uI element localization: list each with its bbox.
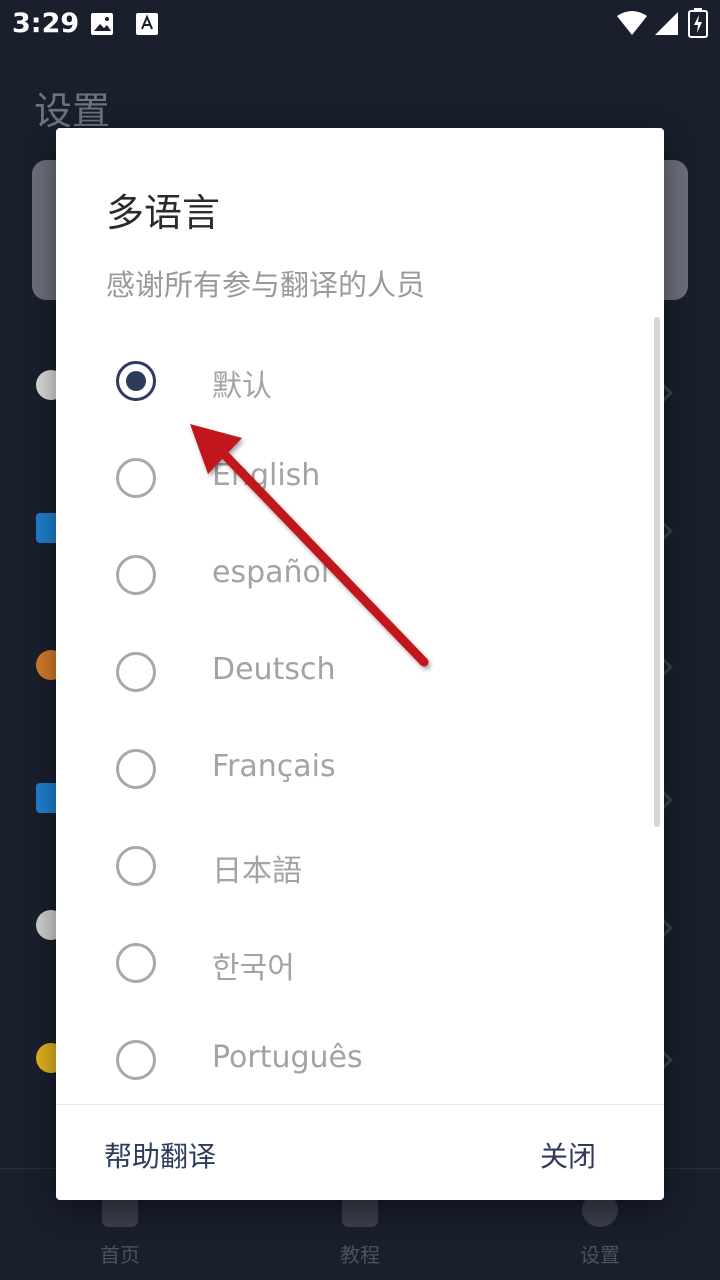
language-option-korean[interactable]: 한국어 <box>56 914 656 1011</box>
option-label: Français <box>212 749 336 784</box>
language-option-english[interactable]: English <box>56 429 656 526</box>
radio-button[interactable] <box>116 361 156 401</box>
radio-button[interactable] <box>116 458 156 498</box>
language-options-list[interactable]: 默认 English español Deutsch Français 日本語 … <box>56 332 664 1104</box>
help-translate-button[interactable]: 帮助翻译 <box>104 1135 216 1175</box>
language-dialog: 多语言 感谢所有参与翻译的人员 默认 English español Deuts… <box>56 128 664 1200</box>
option-label: 日本語 <box>212 854 302 889</box>
radio-button[interactable] <box>116 943 156 983</box>
option-label: Português <box>212 1040 363 1075</box>
option-label: 默认 <box>212 369 272 404</box>
radio-button[interactable] <box>116 749 156 789</box>
radio-button[interactable] <box>116 1040 156 1080</box>
language-option-spanish[interactable]: español <box>56 526 656 623</box>
radio-button[interactable] <box>116 846 156 886</box>
language-option-japanese[interactable]: 日本語 <box>56 817 656 914</box>
dialog-subtitle: 感谢所有参与翻译的人员 <box>106 268 426 302</box>
language-option-german[interactable]: Deutsch <box>56 623 656 720</box>
dialog-title: 多语言 <box>106 191 221 235</box>
option-label: 한국어 <box>212 951 295 986</box>
radio-button[interactable] <box>116 555 156 595</box>
dialog-footer: 帮助翻译 关闭 <box>56 1104 664 1200</box>
close-button[interactable]: 关闭 <box>540 1135 596 1175</box>
option-label: Deutsch <box>212 652 336 687</box>
language-option-portuguese[interactable]: Português <box>56 1011 656 1104</box>
option-label: español <box>212 555 330 590</box>
scrollbar[interactable] <box>654 317 660 827</box>
language-option-default[interactable]: 默认 <box>56 332 656 429</box>
option-label: English <box>212 458 321 493</box>
language-option-french[interactable]: Français <box>56 720 656 817</box>
radio-button[interactable] <box>116 652 156 692</box>
